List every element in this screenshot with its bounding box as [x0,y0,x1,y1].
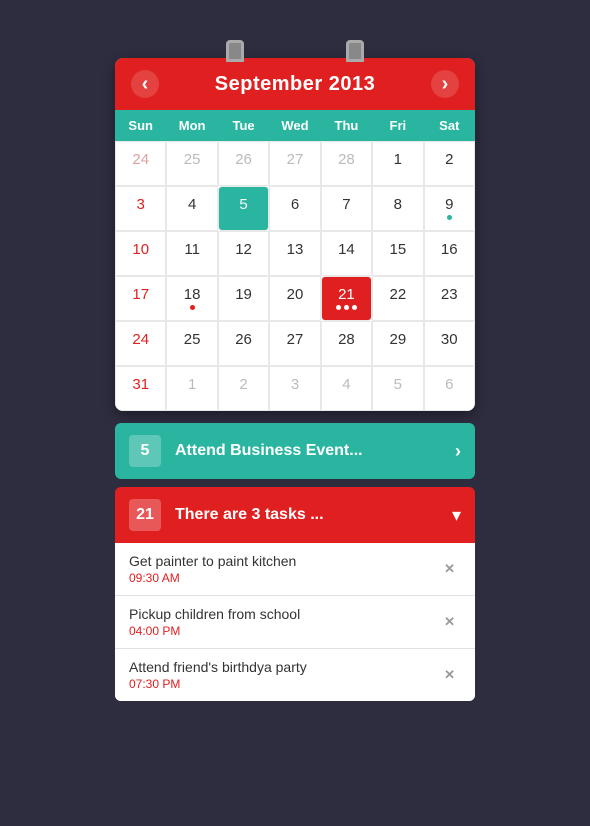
calendar-title: September 2013 [215,73,375,96]
day-name-sun: Sun [115,110,166,141]
calendar-cell-28[interactable]: 28 [321,321,372,366]
calendar-cell-9[interactable]: 9 [424,186,475,231]
prev-month-button[interactable]: ‹ [131,70,159,98]
calendar-header: ‹ September 2013 › [115,58,475,110]
calendar-cell-6[interactable]: 6 [424,366,475,411]
calendar-cell-5[interactable]: 5 [372,366,423,411]
task-time: 07:30 PM [129,677,438,691]
task-item: Get painter to paint kitchen 09:30 AM✕ [115,543,475,596]
task-time: 04:00 PM [129,624,438,638]
calendar-cell-3[interactable]: 3 [269,366,320,411]
tasks-chevron-icon: ▾ [452,505,461,526]
calendar-cell-8[interactable]: 8 [372,186,423,231]
calendar-cell-20[interactable]: 20 [269,276,320,321]
calendar-cell-13[interactable]: 13 [269,231,320,276]
day-name-tue: Tue [218,110,269,141]
task-close-button[interactable]: ✕ [438,663,461,687]
event-title: Attend Business Event... [175,442,455,460]
task-name: Get painter to paint kitchen [129,553,438,569]
calendar-cell-12[interactable]: 12 [218,231,269,276]
day-name-fri: Fri [372,110,423,141]
task-name: Attend friend's birthdya party [129,659,438,675]
next-month-button[interactable]: › [431,70,459,98]
calendar-cell-16[interactable]: 16 [424,231,475,276]
tasks-section: 21 There are 3 tasks ... ▾ Get painter t… [115,487,475,701]
calendar-cell-22[interactable]: 22 [372,276,423,321]
calendar-cell-24[interactable]: 24 [115,321,166,366]
event-day: 5 [129,435,161,467]
task-close-button[interactable]: ✕ [438,610,461,634]
ring-left [226,40,244,62]
calendar-grid: 2425262728123456789101112131415161718192… [115,141,475,411]
calendar-cell-21[interactable]: 21 [321,276,372,321]
calendar-cell-5[interactable]: 5 [218,186,269,231]
task-content: Attend friend's birthdya party 07:30 PM [129,659,438,691]
calendar-cell-1[interactable]: 1 [372,141,423,186]
calendar-rings [115,40,475,62]
tasks-day: 21 [129,499,161,531]
calendar-day-names: SunMonTueWedThuFriSat [115,110,475,141]
calendar-cell-10[interactable]: 10 [115,231,166,276]
task-item: Attend friend's birthdya party 07:30 PM✕ [115,649,475,701]
calendar-cell-4[interactable]: 4 [166,186,217,231]
calendar-cell-27[interactable]: 27 [269,141,320,186]
calendar-cell-14[interactable]: 14 [321,231,372,276]
calendar-cell-19[interactable]: 19 [218,276,269,321]
calendar-cell-3[interactable]: 3 [115,186,166,231]
calendar-cell-31[interactable]: 31 [115,366,166,411]
task-name: Pickup children from school [129,606,438,622]
day-name-wed: Wed [269,110,320,141]
calendar-cell-1[interactable]: 1 [166,366,217,411]
calendar-cell-7[interactable]: 7 [321,186,372,231]
calendar-cell-24[interactable]: 24 [115,141,166,186]
calendar-cell-29[interactable]: 29 [372,321,423,366]
tasks-header[interactable]: 21 There are 3 tasks ... ▾ [115,487,475,543]
calendar-cell-18[interactable]: 18 [166,276,217,321]
tasks-title: There are 3 tasks ... [175,506,452,524]
event-bar[interactable]: 5 Attend Business Event... › [115,423,475,479]
task-content: Pickup children from school 04:00 PM [129,606,438,638]
calendar-cell-26[interactable]: 26 [218,321,269,366]
calendar-cell-26[interactable]: 26 [218,141,269,186]
calendar-cell-25[interactable]: 25 [166,321,217,366]
calendar-cell-15[interactable]: 15 [372,231,423,276]
calendar-cell-23[interactable]: 23 [424,276,475,321]
calendar-cell-6[interactable]: 6 [269,186,320,231]
calendar-cell-11[interactable]: 11 [166,231,217,276]
calendar-widget: ‹ September 2013 › SunMonTueWedThuFriSat… [115,40,475,701]
task-time: 09:30 AM [129,571,438,585]
day-name-mon: Mon [166,110,217,141]
calendar-cell-25[interactable]: 25 [166,141,217,186]
task-close-button[interactable]: ✕ [438,557,461,581]
calendar-cell-17[interactable]: 17 [115,276,166,321]
calendar-cell-4[interactable]: 4 [321,366,372,411]
day-name-thu: Thu [321,110,372,141]
task-item: Pickup children from school 04:00 PM✕ [115,596,475,649]
task-list: Get painter to paint kitchen09:30 AM✕Pic… [115,543,475,701]
calendar-cell-27[interactable]: 27 [269,321,320,366]
day-name-sat: Sat [424,110,475,141]
calendar-cell-2[interactable]: 2 [424,141,475,186]
calendar-cell-2[interactable]: 2 [218,366,269,411]
calendar-cell-28[interactable]: 28 [321,141,372,186]
task-content: Get painter to paint kitchen 09:30 AM [129,553,438,585]
event-arrow-icon: › [455,441,461,462]
calendar-cell-30[interactable]: 30 [424,321,475,366]
calendar: ‹ September 2013 › SunMonTueWedThuFriSat… [115,58,475,411]
ring-right [346,40,364,62]
